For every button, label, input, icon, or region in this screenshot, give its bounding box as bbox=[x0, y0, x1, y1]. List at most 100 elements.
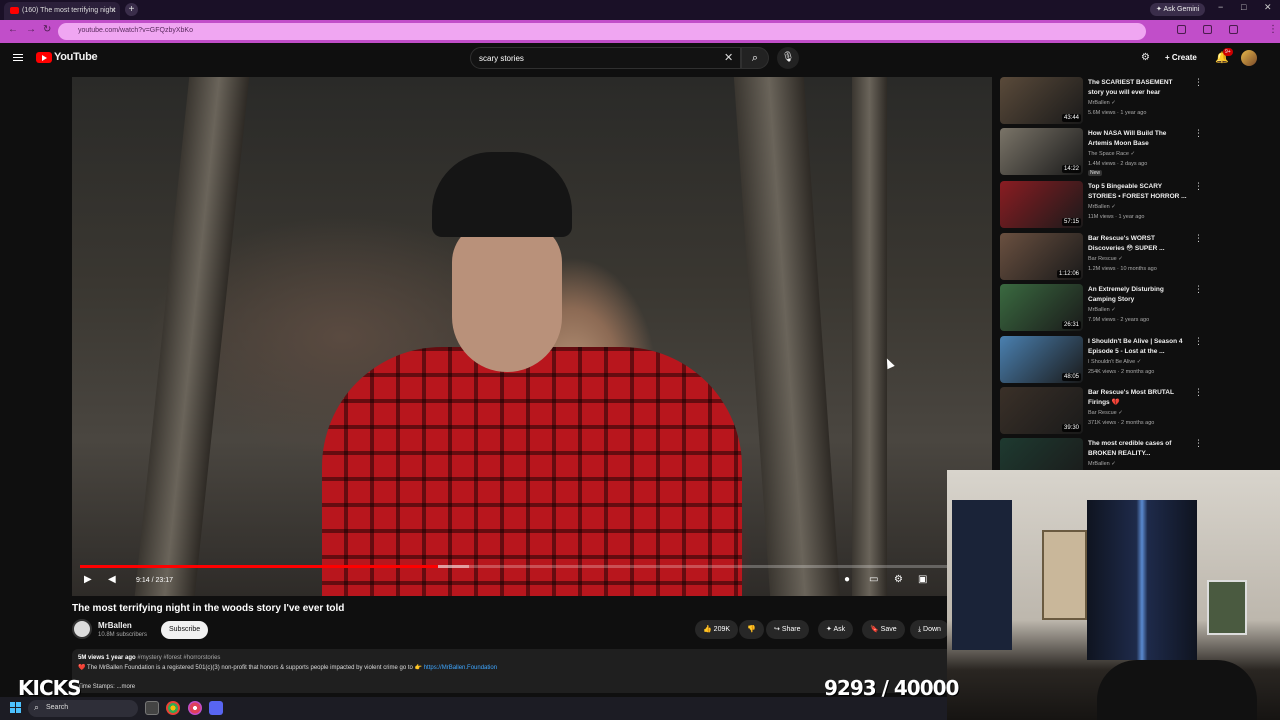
play-icon[interactable]: ▶ bbox=[84, 574, 92, 585]
recommendation-item[interactable]: 1:12:06 Bar Rescue's WORST Discoveries 😳 … bbox=[1000, 233, 1203, 281]
extensions-icon[interactable] bbox=[1177, 25, 1186, 34]
search-input[interactable]: scary stories bbox=[470, 47, 741, 69]
url-text: youtube.com/watch?v=GFQzbyXbKo bbox=[78, 27, 193, 34]
save-button[interactable]: 🔖 Save bbox=[862, 620, 905, 639]
recommendation-meta: 11M views · 1 year ago bbox=[1088, 214, 1145, 220]
video-thumbnail[interactable]: 1:12:06 bbox=[1000, 233, 1083, 280]
like-button[interactable]: 👍 209K bbox=[695, 620, 739, 639]
youtube-favicon-icon bbox=[10, 7, 19, 14]
channel-text: I Shouldn't Be Alive bbox=[1088, 359, 1136, 365]
cast-icon[interactable]: ⚙ bbox=[1141, 52, 1150, 63]
recommendation-title[interactable]: How NASA Will Build The Artemis Moon Bas… bbox=[1088, 129, 1188, 149]
channel-text: MrBallen bbox=[1088, 204, 1110, 210]
video-duration: 48:05 bbox=[1061, 373, 1081, 381]
youtube-logo-text[interactable]: YouTube bbox=[54, 51, 98, 63]
search-button[interactable]: ⌕ bbox=[741, 47, 769, 69]
recommendation-title[interactable]: Bar Rescue's WORST Discoveries 😳 SUPER .… bbox=[1088, 234, 1188, 254]
channel-avatar[interactable] bbox=[72, 619, 92, 639]
recommendation-item[interactable]: 39:30 Bar Rescue's Most BRUTAL Firings 💔 B… bbox=[1000, 387, 1203, 435]
video-thumbnail[interactable]: 57:15 bbox=[1000, 181, 1083, 228]
more-actions-icon[interactable]: ⋮ bbox=[1194, 77, 1203, 88]
video-thumbnail[interactable]: 14:22 bbox=[1000, 128, 1083, 175]
taskbar-search[interactable]: Search bbox=[28, 700, 138, 717]
recommendation-title[interactable]: Top 5 Bingeable SCARY STORIES • FOREST H… bbox=[1088, 182, 1188, 202]
recommendation-item[interactable]: 43:44 The SCARIEST BASEMENT story you wil… bbox=[1000, 77, 1203, 125]
search-value: scary stories bbox=[479, 54, 524, 63]
volume-icon[interactable]: ◀ bbox=[108, 574, 116, 585]
foundation-link[interactable]: https://MrBallen.Foundation bbox=[424, 665, 497, 671]
show-more-link[interactable]: ...more bbox=[116, 684, 135, 690]
subscribe-button[interactable]: Subscribe bbox=[161, 621, 209, 639]
clear-search-icon[interactable]: ✕ bbox=[724, 51, 733, 64]
channel-text: Bar Rescue bbox=[1088, 410, 1117, 416]
more-actions-icon[interactable]: ⋮ bbox=[1194, 128, 1203, 139]
recommendation-item[interactable]: 26:31 An Extremely Disturbing Camping Sto… bbox=[1000, 284, 1203, 332]
back-icon[interactable]: ← bbox=[8, 24, 18, 35]
discord-icon[interactable] bbox=[209, 701, 223, 715]
minimize-icon[interactable]: − bbox=[1218, 2, 1223, 12]
download-button[interactable]: ⤓ Down bbox=[910, 620, 949, 639]
video-thumbnail[interactable]: 26:31 bbox=[1000, 284, 1083, 331]
recommendation-title[interactable]: An Extremely Disturbing Camping Story bbox=[1088, 285, 1188, 305]
hashtags[interactable]: #mystery #forest #horrorstories bbox=[137, 655, 220, 661]
more-actions-icon[interactable]: ⋮ bbox=[1194, 233, 1203, 244]
chrome-profile-icon[interactable] bbox=[188, 701, 202, 715]
windows-start-icon[interactable] bbox=[10, 702, 21, 713]
chrome-icon[interactable] bbox=[166, 701, 180, 715]
share-button[interactable]: ↪ Share bbox=[766, 620, 809, 639]
recommendation-meta: 1.4M views · 2 days ago bbox=[1088, 161, 1148, 167]
address-bar[interactable]: youtube.com/watch?v=GFQzbyXbKo bbox=[58, 23, 1146, 40]
video-player[interactable]: ▶ ◀ 9:14 / 23:17 ● ▭ ⚙ ▣ bbox=[72, 77, 992, 596]
voice-search-icon[interactable]: 🎙 bbox=[777, 47, 799, 69]
miniplayer-icon[interactable]: ▣ bbox=[918, 574, 927, 585]
more-actions-icon[interactable]: ⋮ bbox=[1194, 336, 1203, 347]
description-text: ❤️ The MrBallen Foundation is a register… bbox=[78, 665, 423, 671]
menu-dots-icon[interactable]: ⋮ bbox=[1268, 24, 1278, 35]
recommendation-item[interactable]: 48:05 I Shouldn't Be Alive | Season 4 Epi… bbox=[1000, 336, 1203, 384]
video-thumbnail[interactable]: 39:30 bbox=[1000, 387, 1083, 434]
recommendation-title[interactable]: I Shouldn't Be Alive | Season 4 Episode … bbox=[1088, 337, 1188, 357]
autoplay-icon[interactable]: ● bbox=[844, 574, 850, 585]
maximize-icon[interactable]: □ bbox=[1241, 2, 1246, 12]
video-thumbnail[interactable]: 43:44 bbox=[1000, 77, 1083, 124]
description-box[interactable]: 5M views 1 year ago #mystery #forest #ho… bbox=[72, 649, 952, 693]
profile-icon[interactable] bbox=[1229, 25, 1238, 34]
sidepanel-icon[interactable] bbox=[1203, 25, 1212, 34]
recommendation-item[interactable]: 57:15 Top 5 Bingeable SCARY STORIES • FOR… bbox=[1000, 181, 1203, 229]
recommendation-title[interactable]: The SCARIEST BASEMENT story you will eve… bbox=[1088, 78, 1188, 98]
recommendation-channel: Bar Rescue ✓ bbox=[1088, 256, 1123, 262]
browser-tab[interactable]: (160) The most terrifying night × bbox=[4, 2, 120, 20]
description-more: Time Stamps: ...more bbox=[78, 684, 135, 690]
task-view-icon[interactable] bbox=[145, 701, 159, 715]
more-actions-icon[interactable]: ⋮ bbox=[1194, 438, 1203, 449]
more-actions-icon[interactable]: ⋮ bbox=[1194, 181, 1203, 192]
more-actions-icon[interactable]: ⋮ bbox=[1194, 284, 1203, 295]
create-button[interactable]: + Create bbox=[1158, 49, 1204, 67]
reload-icon[interactable]: ↻ bbox=[43, 24, 51, 35]
channel-name[interactable]: MrBallen bbox=[98, 621, 132, 630]
recommendation-item[interactable]: 14:22 How NASA Will Build The Artemis Moo… bbox=[1000, 128, 1203, 176]
video-thumbnail[interactable]: 48:05 bbox=[1000, 336, 1083, 383]
ask-gemini-button[interactable]: ✦ Ask Gemini bbox=[1150, 3, 1206, 16]
captions-icon[interactable]: ▭ bbox=[869, 574, 878, 585]
hamburger-menu-icon[interactable] bbox=[13, 54, 23, 63]
youtube-logo-icon[interactable] bbox=[36, 52, 52, 63]
account-avatar[interactable] bbox=[1241, 50, 1257, 66]
close-tab-icon[interactable]: × bbox=[111, 5, 116, 15]
dislike-button[interactable]: 👎 bbox=[739, 620, 764, 639]
video-duration: 1:12:06 bbox=[1056, 270, 1081, 278]
recommendation-title[interactable]: Bar Rescue's Most BRUTAL Firings 💔 bbox=[1088, 388, 1188, 408]
recommendation-channel: MrBallen ✓ bbox=[1088, 307, 1116, 313]
ask-button[interactable]: ✦ Ask bbox=[818, 620, 854, 639]
more-actions-icon[interactable]: ⋮ bbox=[1194, 387, 1203, 398]
forward-icon[interactable]: → bbox=[26, 24, 36, 35]
close-window-icon[interactable]: ✕ bbox=[1264, 2, 1272, 13]
recommendation-title[interactable]: The most credible cases of BROKEN REALIT… bbox=[1088, 439, 1188, 459]
settings-gear-icon[interactable]: ⚙ bbox=[894, 574, 903, 585]
new-badge: New bbox=[1088, 170, 1103, 176]
verified-icon: ✓ bbox=[1111, 100, 1116, 106]
recommendation-channel: Bar Rescue ✓ bbox=[1088, 410, 1123, 416]
recommendation-channel: MrBallen ✓ bbox=[1088, 461, 1116, 467]
new-tab-button[interactable]: + bbox=[125, 3, 138, 16]
recommendation-meta: 1.2M views · 10 months ago bbox=[1088, 266, 1157, 272]
